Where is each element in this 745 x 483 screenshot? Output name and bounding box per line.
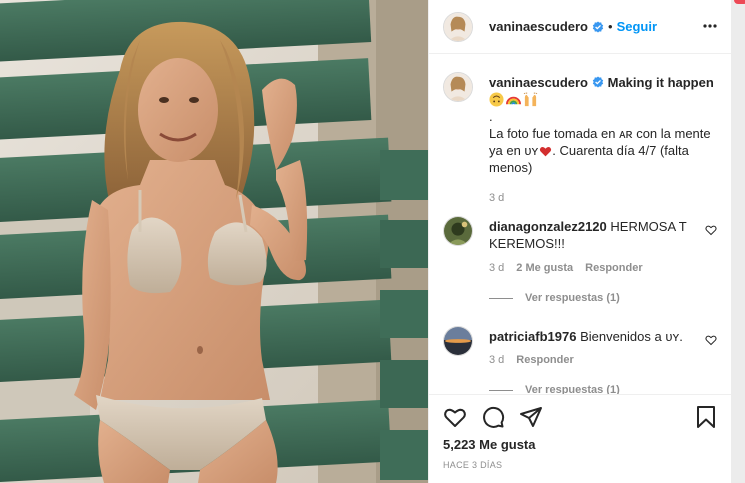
caption-avatar[interactable] — [443, 72, 473, 102]
post-timestamp[interactable]: HACE 3 DÍAS — [443, 460, 502, 470]
save-bookmark-icon[interactable] — [694, 405, 718, 429]
share-icon[interactable] — [519, 405, 543, 429]
caption-title: Making it happen — [607, 75, 714, 90]
post-actions: 5,223 Me gusta HACE 3 DÍAS — [429, 394, 732, 483]
post-header: vaninaescudero • Seguir — [429, 0, 732, 54]
comment-meta: 3 d 2 Me gusta Responder — [489, 262, 643, 274]
replies-line — [489, 297, 513, 299]
caption-body: vaninaescudero Making it happen . La fot… — [489, 74, 719, 207]
comment-meta: 3 d Responder — [489, 354, 574, 366]
comment-body: dianagonzalez2120 HERMOSA T KEREMOS!!! — [489, 218, 699, 252]
more-options-icon[interactable] — [702, 18, 718, 34]
rainbow-emoji — [506, 96, 521, 105]
action-icons — [443, 405, 543, 429]
caption-username[interactable]: vaninaescudero — [489, 75, 588, 90]
verified-badge-icon — [592, 76, 604, 88]
like-comment-heart-icon[interactable] — [705, 334, 717, 346]
post-image — [0, 0, 428, 483]
view-replies-label: Ver respuestas (1) — [525, 384, 620, 394]
overlay-backdrop — [731, 0, 745, 483]
view-replies-button[interactable]: Ver respuestas (1) — [489, 292, 620, 304]
likes-count[interactable]: 5,223 Me gusta — [443, 437, 536, 452]
comment-text: Bienvenidos a ᴜʏ. — [580, 329, 683, 344]
view-replies-button[interactable]: Ver respuestas (1) — [489, 384, 620, 394]
like-heart-icon[interactable] — [443, 405, 467, 429]
verified-badge-icon — [592, 21, 604, 32]
reply-button[interactable]: Responder — [516, 354, 573, 366]
comment-username[interactable]: dianagonzalez2120 — [489, 219, 607, 234]
caption-dot: . — [489, 109, 493, 124]
comment-body: patriciafb1976 Bienvenidos a ᴜʏ. — [489, 328, 699, 345]
comment-likes[interactable]: 2 Me gusta — [516, 262, 573, 274]
comment-time[interactable]: 3 d — [489, 262, 504, 274]
view-replies-label: Ver respuestas (1) — [525, 292, 620, 304]
author-username[interactable]: vaninaescudero — [489, 19, 588, 34]
header-separator: • — [608, 19, 613, 34]
raising-hands-emoji — [523, 92, 538, 107]
post-photo[interactable] — [0, 0, 428, 483]
comment-icon[interactable] — [481, 405, 505, 429]
comment-time[interactable]: 3 d — [489, 354, 504, 366]
notification-badge — [734, 0, 745, 4]
red-heart-emoji — [540, 146, 552, 157]
replies-line — [489, 389, 513, 391]
commenter-avatar[interactable] — [443, 326, 473, 356]
commenter-avatar[interactable] — [443, 216, 473, 246]
post-details-panel: vaninaescudero • Seguir vaninaescudero M… — [428, 0, 732, 483]
like-comment-heart-icon[interactable] — [705, 224, 717, 236]
upside-down-face-emoji — [489, 92, 504, 107]
follow-button[interactable]: Seguir — [617, 19, 657, 34]
comment-username[interactable]: patriciafb1976 — [489, 329, 576, 344]
caption-time[interactable]: 3 d — [489, 190, 719, 207]
author-avatar[interactable] — [443, 11, 473, 42]
comments-list[interactable]: vaninaescudero Making it happen . La fot… — [429, 54, 732, 394]
reply-button[interactable]: Responder — [585, 262, 642, 274]
